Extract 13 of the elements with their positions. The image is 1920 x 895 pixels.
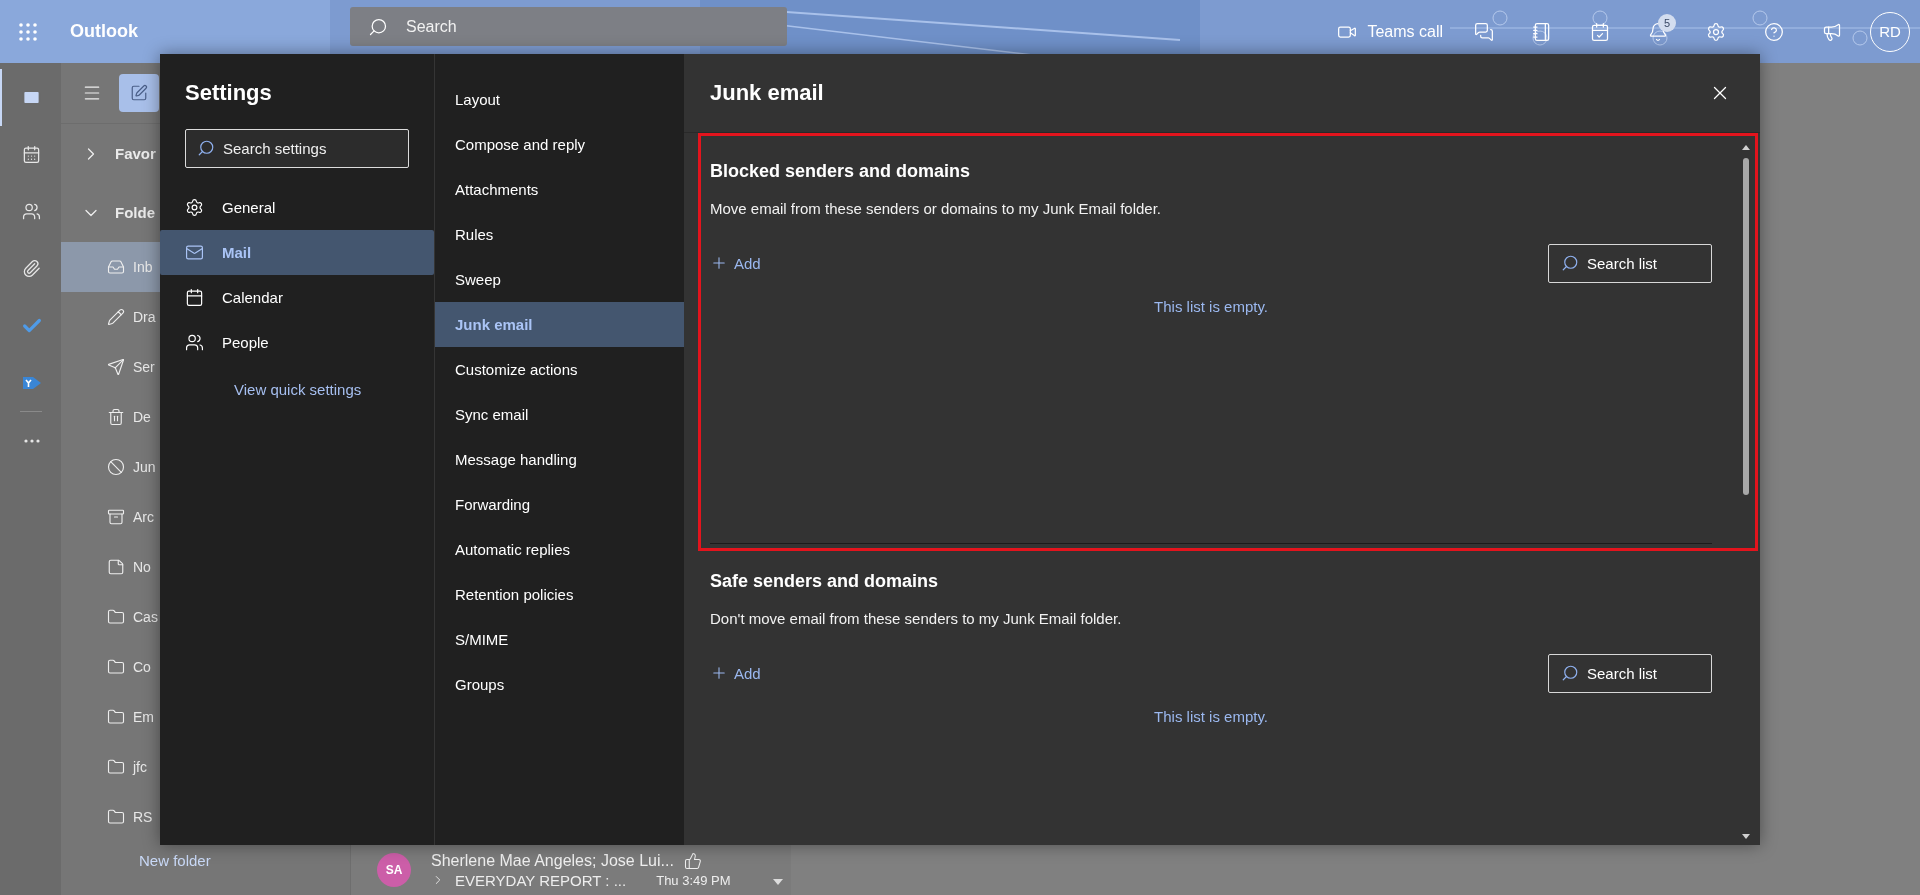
settings-title: Settings (184, 79, 273, 107)
page-title: Junk email (710, 80, 824, 106)
empty-list-message: This list is empty. (1153, 297, 1269, 317)
section-description: Don't move email from these senders to my Junk Email folder. (710, 609, 1123, 629)
empty-list-message: This list is empty. (1153, 707, 1269, 727)
message-subject: EVERYDAY REPORT : ... (455, 871, 627, 889)
sender-avatar: SA (377, 853, 411, 887)
section-description: Move email from these senders or domains to my Junk Email folder. (710, 199, 1163, 219)
sender-name: Sherlene Mae Angeles; Jose Lui... (431, 851, 674, 870)
section-title: Blocked senders and domains (710, 160, 972, 183)
app-name: Outlook (70, 21, 138, 42)
message-time: Thu 3:49 PM (656, 872, 731, 888)
section-title: Safe senders and domains (710, 570, 940, 593)
